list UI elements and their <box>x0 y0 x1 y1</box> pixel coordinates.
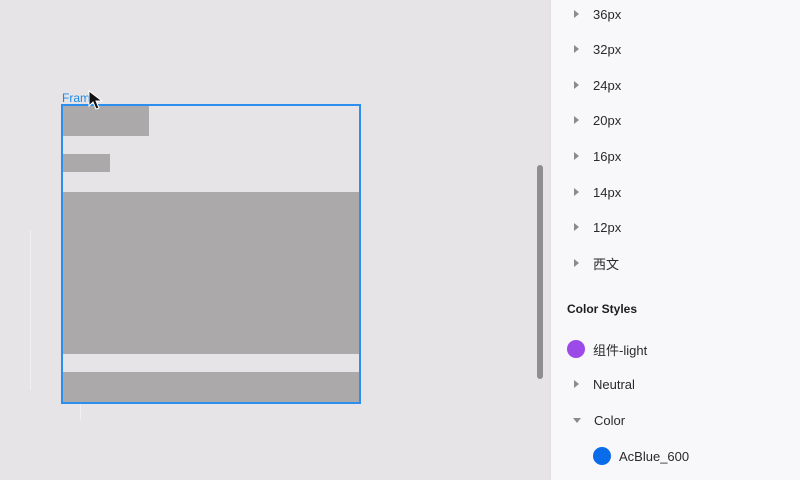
color-style-item[interactable]: AcBlue_600 <box>551 444 800 468</box>
chevron-down-icon[interactable] <box>573 417 581 423</box>
chevron-right-icon[interactable] <box>574 152 579 160</box>
text-style-group[interactable]: 24px <box>551 73 800 97</box>
canvas-guide <box>80 404 81 420</box>
color-style-label: Neutral <box>593 376 635 392</box>
text-style-label: 12px <box>593 219 622 235</box>
chevron-right-icon[interactable] <box>574 45 579 53</box>
chevron-right-icon[interactable] <box>574 10 579 18</box>
text-style-group[interactable]: 16px <box>551 144 800 168</box>
text-style-group[interactable]: 20px <box>551 108 800 132</box>
text-style-group[interactable]: 36px <box>551 2 800 26</box>
chevron-right-icon[interactable] <box>574 259 579 267</box>
color-style-item[interactable]: 组件-light <box>551 337 800 361</box>
chevron-right-icon[interactable] <box>574 188 579 196</box>
canvas-guide <box>30 230 31 390</box>
mouse-cursor-icon <box>88 90 104 110</box>
frame-layer-block[interactable] <box>63 192 359 354</box>
text-style-group[interactable]: 12px <box>551 215 800 239</box>
frame-layer-block[interactable] <box>63 106 149 136</box>
text-style-label: 36px <box>593 6 622 22</box>
app-window: Fram 36px 32px 24px 20px 16px 14px 12px … <box>0 0 800 480</box>
frame-label[interactable]: Fram <box>62 91 90 105</box>
frame-layer-block[interactable] <box>63 372 359 402</box>
frame[interactable] <box>61 104 361 404</box>
color-style-label: AcBlue_600 <box>619 448 690 464</box>
text-style-label: 20px <box>593 112 622 128</box>
chevron-right-icon[interactable] <box>574 223 579 231</box>
color-style-group[interactable]: Color <box>551 408 800 432</box>
color-swatch <box>567 340 585 358</box>
text-style-label: 14px <box>593 184 622 200</box>
text-style-group[interactable]: 14px <box>551 180 800 204</box>
design-canvas[interactable]: Fram <box>0 0 550 480</box>
chevron-right-icon[interactable] <box>574 380 579 388</box>
text-style-group[interactable]: 西文 <box>551 251 800 275</box>
canvas-scrollbar[interactable] <box>537 165 543 379</box>
frame-layer-block[interactable] <box>63 154 110 172</box>
text-style-label: 24px <box>593 77 622 93</box>
text-style-group[interactable]: 32px <box>551 37 800 61</box>
text-style-label: 西文 <box>593 256 620 272</box>
color-styles-heading: Color Styles <box>567 302 638 316</box>
color-style-label: 组件-light <box>593 342 648 358</box>
styles-panel: 36px 32px 24px 20px 16px 14px 12px 西文 Co… <box>550 0 800 480</box>
color-style-group[interactable]: Neutral <box>551 372 800 396</box>
color-style-label: Color <box>594 412 626 428</box>
chevron-right-icon[interactable] <box>574 116 579 124</box>
text-style-label: 16px <box>593 148 622 164</box>
chevron-right-icon[interactable] <box>574 81 579 89</box>
text-style-label: 32px <box>593 41 622 57</box>
color-swatch <box>593 447 611 465</box>
